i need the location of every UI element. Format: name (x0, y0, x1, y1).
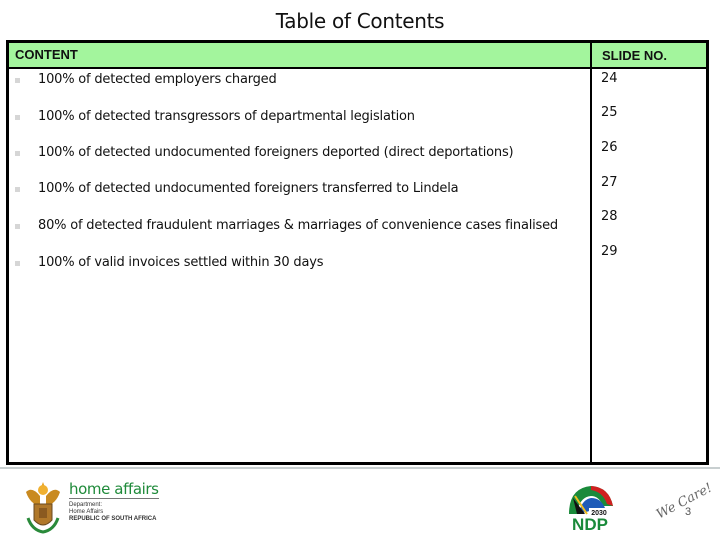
page-title: Table of Contents (275, 9, 445, 33)
bullet-icon (15, 78, 20, 83)
slide-number: 29 (601, 244, 618, 259)
ndp-text: NDP (572, 515, 608, 532)
header-slide-no: SLIDE NO. (602, 48, 668, 63)
bullet-icon (15, 151, 20, 156)
logo-subtext: Department: (69, 502, 103, 508)
bullet-icon (15, 261, 20, 266)
logo-underline (69, 498, 159, 499)
toc-item-text: 100% of detected undocumented foreigners… (38, 145, 514, 160)
toc-item-text: 100% of detected employers charged (38, 72, 277, 87)
page-number: 3 (685, 506, 692, 518)
slide-number: 26 (601, 140, 618, 155)
bullet-icon (15, 224, 20, 229)
bullet-icon (15, 187, 20, 192)
header-content: CONTENT (15, 47, 78, 62)
toc-item-text: 100% of valid invoices settled within 30… (38, 255, 324, 270)
home-affairs-wordmark: home affairs (69, 480, 159, 498)
slide-number: 24 (601, 71, 618, 86)
toc-item-text: 100% of detected transgressors of depart… (38, 109, 415, 124)
logo-subtext: Home Affairs (69, 509, 104, 515)
slide-number: 25 (601, 105, 618, 120)
ndp-2030-logo-icon: 2030 NDP (569, 486, 613, 534)
toc-table: CONTENT SLIDE NO. 100% of detected emplo… (6, 40, 709, 465)
footer-divider (0, 467, 720, 469)
bullet-icon (15, 115, 20, 120)
coat-of-arms-icon (26, 482, 60, 534)
ndp-logo: 2030 NDP (563, 484, 618, 534)
table-header: CONTENT SLIDE NO. (9, 43, 706, 69)
column-divider (590, 43, 592, 462)
toc-item-text: 100% of detected undocumented foreigners… (38, 181, 459, 196)
toc-item-text: 80% of detected fraudulent marriages & m… (38, 218, 558, 233)
slide-number: 27 (601, 175, 618, 190)
home-affairs-logo: home affairs Department: Home Affairs RE… (22, 478, 162, 534)
slide-number: 28 (601, 209, 618, 224)
logo-subtext: REPUBLIC OF SOUTH AFRICA (69, 516, 157, 522)
